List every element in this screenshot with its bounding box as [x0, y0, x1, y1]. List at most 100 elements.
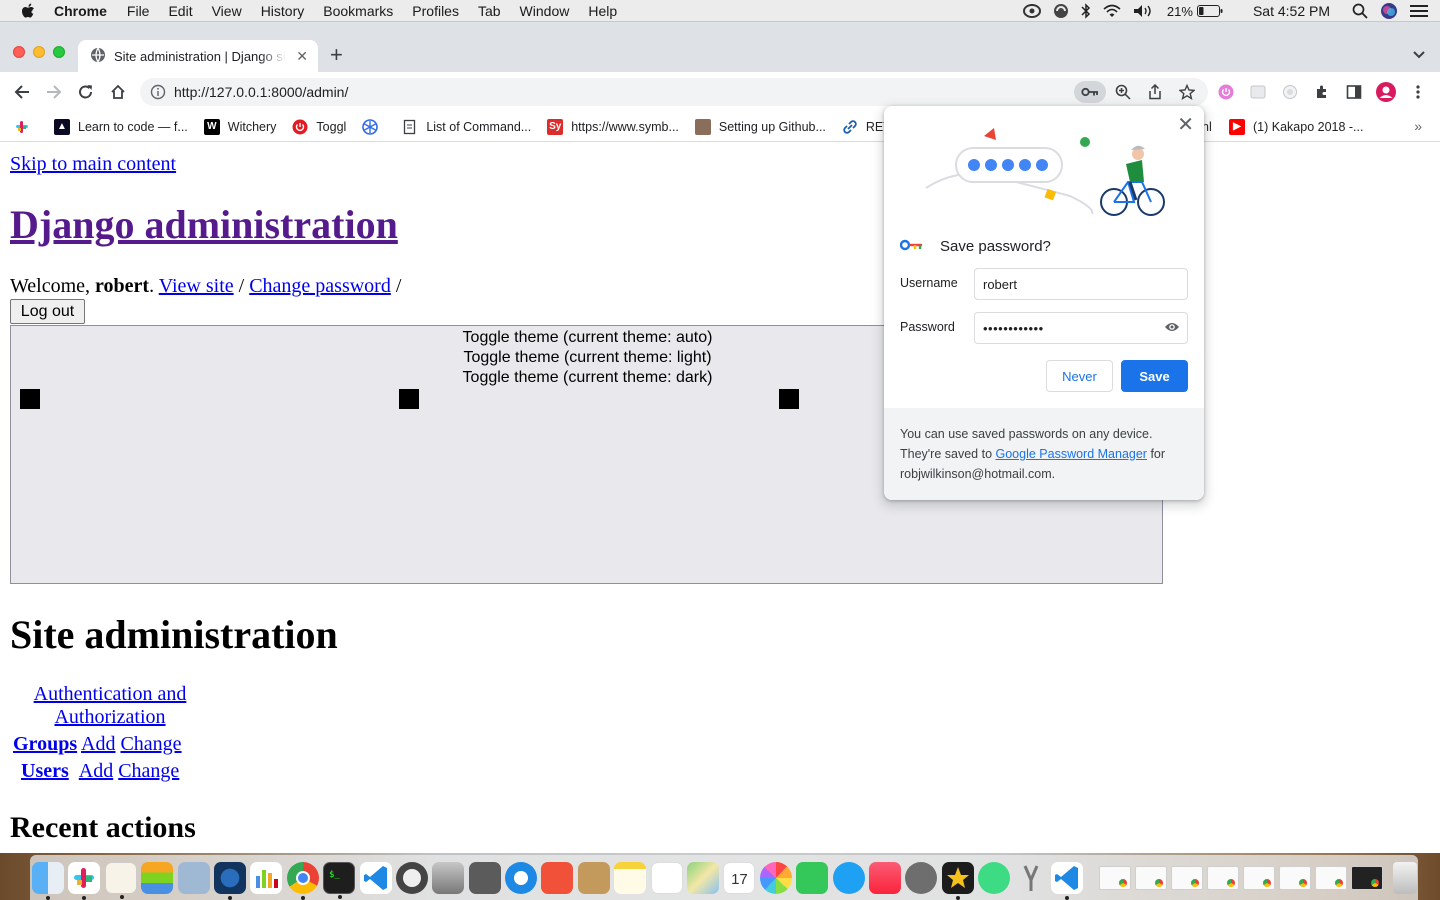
chrome-icon[interactable] — [286, 861, 319, 900]
save-button[interactable]: Save — [1121, 360, 1188, 392]
extension-icon-circle[interactable] — [1280, 82, 1300, 102]
battery-icon[interactable] — [1196, 5, 1223, 17]
url-text[interactable]: http://127.0.0.1:8000/admin/ — [174, 84, 348, 100]
app-caption-link[interactable]: Authentication and Authorization — [34, 683, 187, 728]
menu-app-name[interactable]: Chrome — [54, 3, 107, 19]
tab-search-chevron-icon[interactable] — [1412, 48, 1426, 63]
minimized-window-thumbnail[interactable] — [1243, 865, 1276, 890]
tab-close-icon[interactable]: ✕ — [296, 48, 308, 65]
menubar-clock[interactable]: Sat 4:52 PM — [1253, 3, 1330, 19]
vscode-icon[interactable] — [359, 861, 392, 894]
username-field[interactable]: robert — [974, 268, 1188, 300]
model-link-groups[interactable]: Groups — [13, 733, 77, 755]
side-panel-icon[interactable] — [1344, 82, 1364, 102]
bluetooth-icon[interactable] — [1081, 3, 1091, 19]
password-field[interactable]: •••••••••••• — [974, 312, 1188, 344]
site-info-icon[interactable] — [150, 84, 166, 103]
photos-icon[interactable] — [759, 861, 792, 894]
menu-window[interactable]: Window — [520, 3, 570, 19]
bookmark-item[interactable]: ▶ (1) Kakapo 2018 -... — [1229, 118, 1363, 135]
bookmark-item[interactable]: W Witchery — [203, 118, 276, 135]
change-password-link[interactable]: Change password — [249, 275, 391, 297]
view-site-link[interactable]: View site — [159, 275, 234, 297]
bookmark-item[interactable] — [362, 118, 386, 135]
tableplus-icon[interactable] — [395, 861, 428, 894]
control-center-icon[interactable] — [1410, 4, 1428, 18]
reload-button[interactable] — [76, 82, 96, 102]
siri-icon[interactable] — [1380, 2, 1398, 20]
finder-icon[interactable] — [32, 861, 64, 900]
trash-icon[interactable] — [1393, 861, 1418, 894]
calendar-icon[interactable]: 17 — [723, 861, 756, 894]
window-close-button[interactable] — [13, 46, 25, 58]
notes-icon[interactable] — [614, 861, 647, 894]
extensions-puzzle-icon[interactable] — [1312, 82, 1332, 102]
never-button[interactable]: Never — [1046, 360, 1113, 392]
profile-avatar[interactable] — [1376, 82, 1396, 102]
address-bar[interactable]: http://127.0.0.1:8000/admin/ — [140, 78, 1208, 106]
bookmark-item[interactable]: Setting up Github... — [694, 118, 826, 135]
window-zoom-button[interactable] — [53, 46, 65, 58]
imovie-star-icon[interactable] — [941, 861, 974, 900]
facetime-icon[interactable] — [796, 861, 829, 894]
chrome-menu-icon[interactable] — [1408, 82, 1428, 102]
apple-menu-icon[interactable] — [18, 1, 38, 21]
vscode-icon[interactable] — [1050, 861, 1083, 900]
notebook-icon[interactable] — [577, 861, 610, 894]
tab-active[interactable]: Site administration | Django site admin … — [78, 40, 318, 72]
minimized-terminal-thumbnail[interactable] — [1351, 865, 1384, 890]
menu-file[interactable]: File — [127, 3, 150, 19]
change-groups-link[interactable]: Change — [120, 733, 181, 755]
new-tab-button[interactable]: + — [330, 44, 343, 66]
toggl-extension-icon[interactable] — [1216, 82, 1236, 102]
close-icon[interactable]: ✕ — [1177, 112, 1194, 137]
calculator-icon[interactable] — [468, 861, 501, 894]
extension-icon-grey[interactable] — [1248, 82, 1268, 102]
stack-icon[interactable] — [141, 861, 174, 894]
bookmark-star-icon[interactable] — [1178, 83, 1196, 103]
menu-view[interactable]: View — [212, 3, 242, 19]
share-icon[interactable] — [1147, 83, 1163, 103]
minimized-window-thumbnail[interactable] — [1135, 865, 1168, 890]
zoom-icon[interactable] — [1115, 84, 1131, 103]
instruments-icon[interactable] — [1015, 862, 1047, 894]
bookmark-item[interactable] — [14, 119, 38, 135]
menu-profiles[interactable]: Profiles — [412, 3, 459, 19]
creative-cloud-icon[interactable] — [1022, 4, 1041, 18]
safari-icon[interactable] — [505, 861, 538, 894]
home-button[interactable] — [108, 82, 128, 102]
logout-button[interactable]: Log out — [10, 299, 85, 324]
menu-bookmarks[interactable]: Bookmarks — [323, 3, 393, 19]
minimized-window-thumbnail[interactable] — [1207, 865, 1240, 890]
spotlight-search-icon[interactable] — [1352, 3, 1368, 19]
bookmark-item[interactable]: Sy https://www.symb... — [547, 118, 679, 135]
wifi-icon[interactable] — [1103, 4, 1121, 18]
minimized-window-thumbnail[interactable] — [1279, 865, 1312, 890]
reminders-icon[interactable] — [650, 861, 683, 894]
slack-icon[interactable] — [68, 861, 101, 900]
add-users-link[interactable]: Add — [79, 760, 113, 782]
terminal-icon[interactable]: $_ — [323, 861, 356, 899]
model-link-users[interactable]: Users — [21, 760, 69, 782]
google-password-manager-link[interactable]: Google Password Manager — [996, 447, 1147, 461]
minimized-window-thumbnail[interactable] — [1171, 865, 1204, 890]
system-preferences-icon[interactable] — [905, 861, 938, 894]
bookmark-item[interactable]: List of Command... — [402, 119, 531, 135]
volume-icon[interactable] — [1133, 4, 1155, 18]
bookmark-item[interactable]: Toggl — [292, 119, 346, 135]
preview-icon[interactable] — [177, 861, 210, 894]
menu-history[interactable]: History — [261, 3, 305, 19]
back-button[interactable] — [12, 82, 32, 102]
add-groups-link[interactable]: Add — [81, 733, 115, 755]
change-users-link[interactable]: Change — [118, 760, 179, 782]
menu-edit[interactable]: Edit — [168, 3, 192, 19]
android-file-transfer-icon[interactable] — [978, 861, 1011, 894]
forward-button[interactable] — [44, 82, 64, 102]
music-icon[interactable] — [868, 861, 901, 894]
numbers-icon[interactable] — [250, 861, 283, 894]
minimized-window-thumbnail[interactable] — [1099, 865, 1132, 890]
quicktime-icon[interactable] — [213, 861, 246, 900]
site-title-link[interactable]: Django administration — [10, 202, 398, 247]
bookmark-item[interactable]: ▲ Learn to code — f... — [54, 118, 188, 135]
menu-help[interactable]: Help — [588, 3, 617, 19]
